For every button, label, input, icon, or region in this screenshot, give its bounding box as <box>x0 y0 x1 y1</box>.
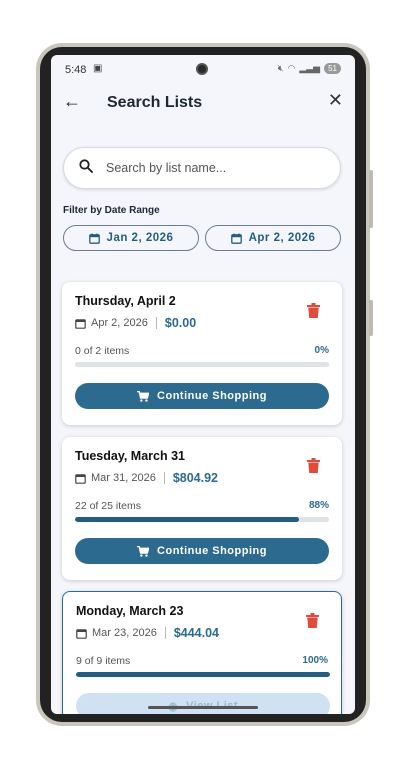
search-icon <box>79 159 93 173</box>
list-title: Monday, March 23 <box>76 604 184 618</box>
volume-button <box>369 170 373 228</box>
list-title: Thursday, April 2 <box>75 294 176 308</box>
back-arrow-icon[interactable]: ← <box>63 91 81 112</box>
continue-shopping-button[interactable]: Continue Shopping <box>75 538 329 564</box>
list-meta: Apr 2, 2026 $0.00 <box>75 316 196 330</box>
list-amount: $804.92 <box>172 471 219 485</box>
app-bar: ← Search Lists ✕ <box>51 85 355 121</box>
front-camera <box>196 63 208 75</box>
calendar-icon <box>230 233 242 244</box>
page-title: Search Lists <box>107 94 203 111</box>
signal-icon: ▂▃▅ <box>299 63 321 73</box>
progress-bar <box>75 517 329 522</box>
screenshot-icon: ▣ <box>93 63 103 74</box>
list-card[interactable]: Tuesday, March 31 Mar 31, 2026 $804.92 2… <box>62 437 342 580</box>
items-count: 0 of 2 items <box>75 345 130 357</box>
continue-shopping-button[interactable]: Continue Shopping <box>75 383 329 409</box>
progress-percent: 100% <box>302 655 328 666</box>
list-meta: Mar 31, 2026 $804.92 <box>75 471 218 485</box>
end-date-label: Apr 2, 2026 <box>248 232 316 244</box>
button-label: Continue Shopping <box>157 390 267 402</box>
view-list-button[interactable]: ◉ View List <box>76 693 330 714</box>
list-date: Mar 31, 2026 <box>91 472 156 484</box>
mute-icon: 🔇︎ <box>277 63 284 73</box>
app-screen: 5:48 ▣ 🔇︎ ◠ ▂▃▅ 51 ← Search Lists ✕ Filt… <box>51 55 355 714</box>
battery-icon: 51 <box>324 63 341 74</box>
cart-icon <box>137 545 150 557</box>
progress-percent: 88% <box>308 500 329 511</box>
progress-fill <box>76 672 330 677</box>
close-icon[interactable]: ✕ <box>328 90 343 111</box>
progress-percent: 0% <box>314 345 329 356</box>
progress-bar <box>76 672 330 677</box>
status-icons: 🔇︎ ◠ ▂▃▅ 51 <box>278 63 341 74</box>
cart-icon <box>137 390 150 402</box>
list-date: Mar 23, 2026 <box>92 627 157 639</box>
search-bar[interactable] <box>63 147 341 189</box>
progress-bar <box>75 362 329 367</box>
status-bar: 5:48 ▣ 🔇︎ ◠ ▂▃▅ 51 <box>51 55 355 85</box>
list-amount: $0.00 <box>164 316 197 330</box>
calendar-icon <box>76 628 87 639</box>
calendar-icon <box>75 318 86 329</box>
start-date-button[interactable]: Jan 2, 2026 <box>63 225 199 251</box>
button-label: Continue Shopping <box>157 545 267 557</box>
list-title: Tuesday, March 31 <box>75 449 185 463</box>
status-time: 5:48 <box>65 64 87 76</box>
divider <box>155 317 157 329</box>
calendar-icon <box>75 473 86 484</box>
filter-label: Filter by Date Range <box>63 205 160 216</box>
divider <box>163 472 165 484</box>
list-card[interactable]: Thursday, April 2 Apr 2, 2026 $0.00 0 of… <box>62 282 342 425</box>
list-date: Apr 2, 2026 <box>91 317 148 329</box>
progress-fill <box>75 517 299 522</box>
trash-icon[interactable] <box>307 458 320 473</box>
start-date-label: Jan 2, 2026 <box>106 232 174 244</box>
trash-icon[interactable] <box>307 303 320 318</box>
search-input[interactable] <box>106 158 326 178</box>
list-amount: $444.04 <box>173 626 220 640</box>
calendar-icon <box>88 233 100 244</box>
divider <box>164 627 166 639</box>
items-count: 9 of 9 items <box>76 655 131 667</box>
power-button <box>369 300 373 336</box>
list-meta: Mar 23, 2026 $444.04 <box>76 626 219 640</box>
wifi-icon: ◠ <box>287 63 296 73</box>
trash-icon[interactable] <box>306 613 319 628</box>
end-date-button[interactable]: Apr 2, 2026 <box>205 225 341 251</box>
items-count: 22 of 25 items <box>75 500 141 512</box>
gesture-nav-handle[interactable] <box>148 706 258 709</box>
list-card-selected[interactable]: Monday, March 23 Mar 23, 2026 $444.04 9 … <box>62 591 342 714</box>
